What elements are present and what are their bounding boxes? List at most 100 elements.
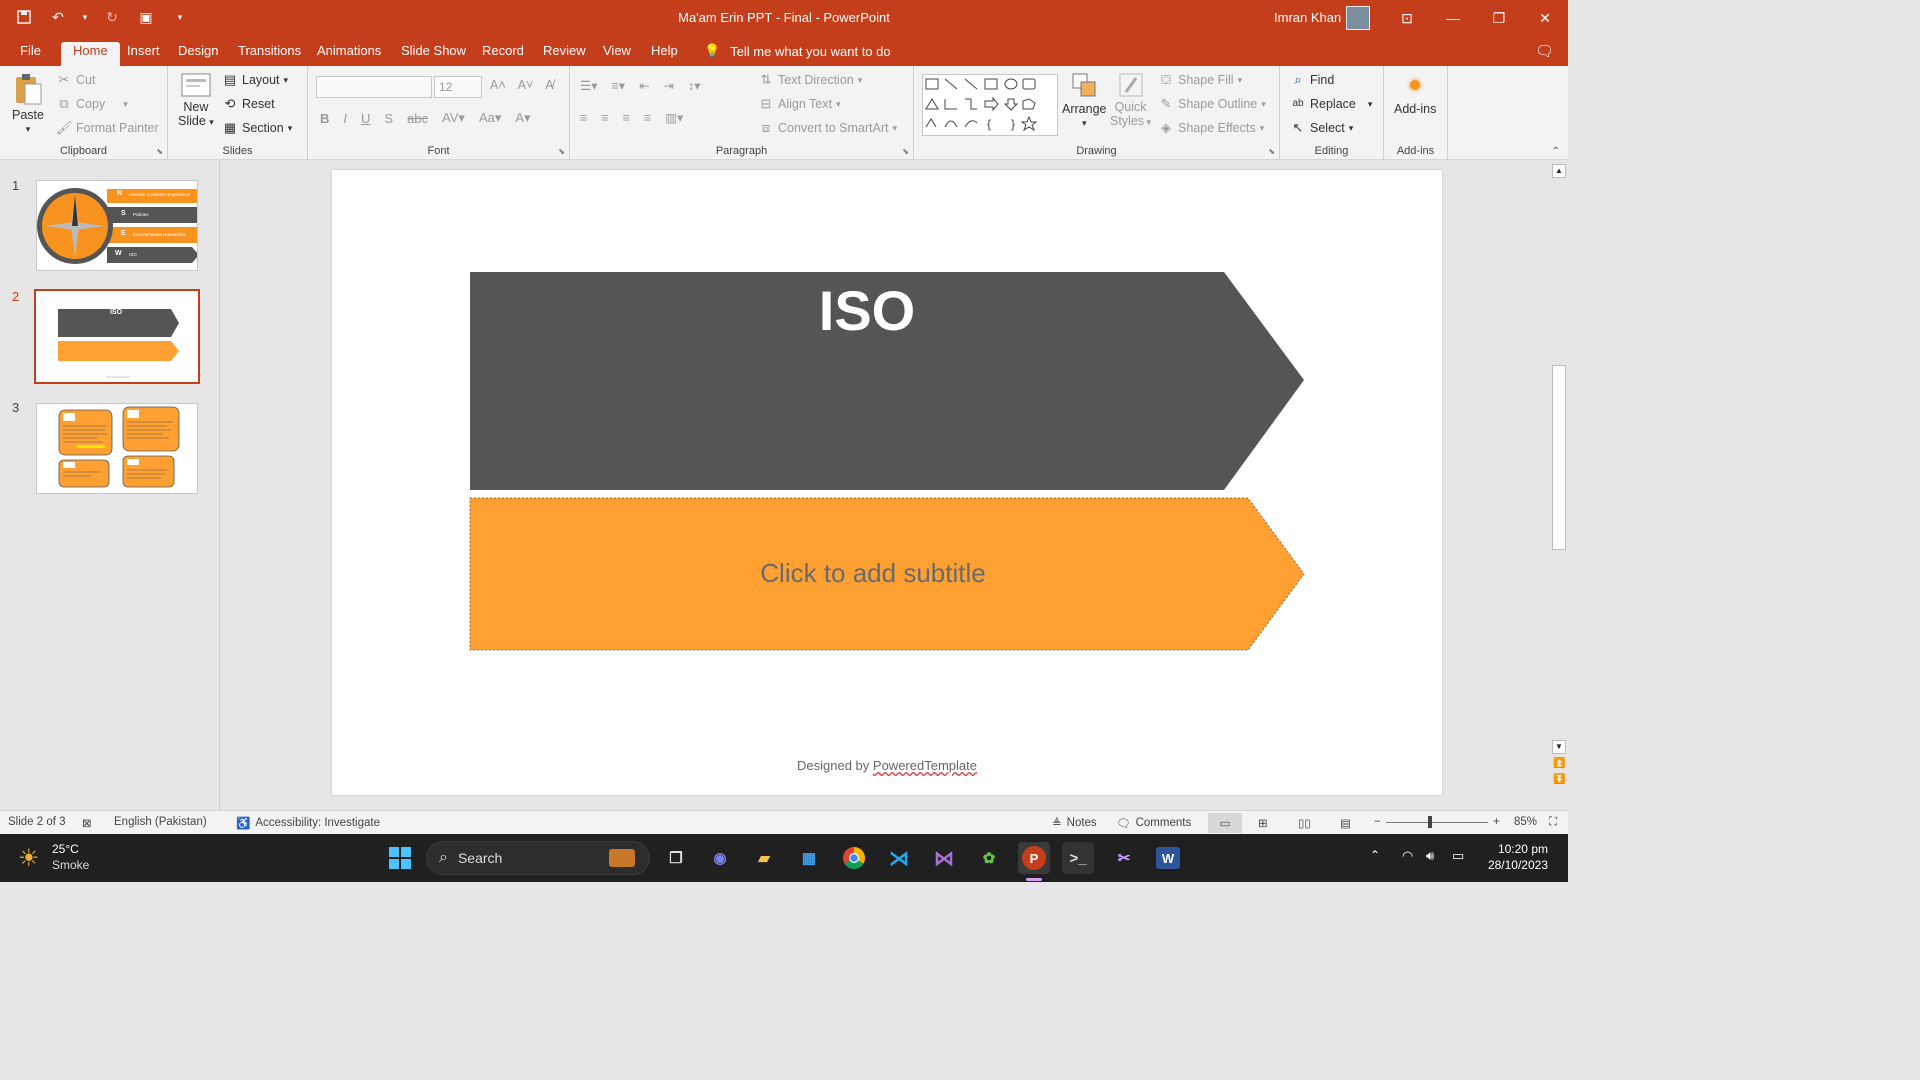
slide-thumbnail-2[interactable]: ISO [34,289,200,384]
arrange-button[interactable]: Arrange ▾ [1062,70,1106,129]
clock-time[interactable]: 10:20 pm [1470,842,1548,856]
dialog-launcher-icon[interactable]: ⬊ [1268,147,1275,156]
select-button[interactable]: ↖ Select ▾ [1290,120,1354,136]
slide-thumbnail-1[interactable]: N Ultimate Customer Experience S Policie… [36,180,198,271]
dialog-launcher-icon[interactable]: ⬊ [156,147,163,156]
file-explorer-icon[interactable]: ▰ [748,842,780,874]
columns-icon[interactable]: ▥▾ [665,110,683,125]
microsoft-store-icon[interactable]: ▦ [793,842,825,874]
slide-thumbnail-3[interactable] [36,403,198,494]
font-size-combo[interactable]: 12 [434,76,482,98]
decrease-font-size-icon[interactable]: A˅ [518,78,534,92]
restore-icon[interactable]: ❐ [1476,0,1522,36]
numbering-icon[interactable]: ≡▾ [611,78,625,93]
tab-file[interactable]: File [20,42,41,66]
tab-view[interactable]: View [603,42,631,66]
copy-button[interactable]: ⧉ Copy ▾ [56,96,128,112]
fit-to-window-icon[interactable]: ⛶ [1549,816,1557,829]
bullets-icon[interactable]: ☰▾ [580,78,597,93]
powerpoint-icon[interactable]: P [1018,842,1050,874]
shape-outline-button[interactable]: ✎ Shape Outline ▾ [1158,96,1266,112]
windows-start-icon[interactable] [384,842,416,874]
paste-button[interactable]: Paste ▾ [12,72,44,135]
next-slide-icon[interactable]: ⏬ [1553,774,1565,785]
tab-animations[interactable]: Animations [317,42,381,66]
align-left-icon[interactable]: ≡ [580,111,587,125]
font-color-icon[interactable]: A▾ [515,110,530,126]
bold-icon[interactable]: B [320,111,329,126]
section-button[interactable]: ▦ Section ▾ [222,120,292,136]
taskbar-search[interactable]: ⌕ Search [426,841,650,875]
footer-link[interactable]: PoweredTemplate [873,758,977,773]
clock-date[interactable]: 28/10/2023 [1470,858,1548,872]
clear-formatting-icon[interactable]: A̸ [545,78,553,92]
dialog-launcher-icon[interactable]: ⬊ [558,147,565,156]
zoom-out-icon[interactable]: − [1374,816,1381,828]
collapse-ribbon-icon[interactable]: ⌃ [1552,146,1560,157]
battery-icon[interactable]: ▭ [1452,848,1464,864]
align-center-icon[interactable]: ≡ [601,111,608,125]
teams-chat-icon[interactable]: ◉ [704,842,736,874]
weather-icon[interactable]: ☀ [18,844,40,873]
subtitle-placeholder[interactable]: Click to add subtitle [470,558,1276,589]
accessibility-button[interactable]: ♿ Accessibility: Investigate [236,816,380,830]
increase-font-size-icon[interactable]: A˄ [490,78,506,92]
word-icon[interactable]: W [1152,842,1184,874]
close-icon[interactable]: ✕ [1522,0,1568,36]
copy-dropdown-icon[interactable]: ▾ [123,99,128,110]
slide-title[interactable]: ISO [470,278,1264,343]
align-right-icon[interactable]: ≡ [623,111,630,125]
scroll-up-icon[interactable]: ▲ [1552,164,1566,178]
format-painter-button[interactable]: 🖌 Format Painter [56,120,159,136]
new-slide-button[interactable]: New Slide ▾ [178,72,214,128]
decrease-indent-icon[interactable]: ⇤ [639,78,649,93]
shape-effects-button[interactable]: ◈ Shape Effects ▾ [1158,120,1264,136]
underline-icon[interactable]: U [361,111,370,126]
find-button[interactable]: ⌕ Find [1290,72,1334,88]
language-indicator[interactable]: English (Pakistan) [114,816,207,828]
zoom-slider-thumb[interactable] [1428,816,1432,828]
show-hidden-icons-icon[interactable]: ⌃ [1370,848,1380,862]
spell-check-icon[interactable]: ⊠ [82,816,92,830]
minimize-icon[interactable]: — [1430,0,1476,36]
vertical-scrollbar[interactable]: ▲ ▼ ⏫ ⏬ [1550,160,1568,810]
paste-dropdown-icon[interactable]: ▾ [26,124,31,135]
reset-button[interactable]: ⟲ Reset [222,96,275,112]
user-name[interactable]: Imran Khan [1274,10,1341,25]
tab-transitions[interactable]: Transitions [238,42,301,66]
replace-button[interactable]: ab Replace ▾ [1290,96,1372,112]
weather-desc[interactable]: Smoke [52,858,89,872]
app-icon[interactable]: ✿ [973,842,1005,874]
cut-button[interactable]: ✂ Cut [56,72,96,88]
dialog-launcher-icon[interactable]: ⬊ [902,147,909,156]
slide-sorter-icon[interactable]: ⊞ [1258,816,1268,830]
character-spacing-icon[interactable]: AV▾ [442,110,465,126]
vscode-icon[interactable]: ⋊ [883,842,915,874]
weather-temp[interactable]: 25°C [52,842,79,856]
tab-help[interactable]: Help [651,42,678,66]
reading-view-icon[interactable]: ▯▯ [1298,816,1311,830]
tab-home[interactable]: Home [61,42,120,66]
zoom-slider[interactable] [1386,822,1488,823]
line-spacing-icon[interactable]: ↕▾ [688,78,701,93]
tab-review[interactable]: Review [543,42,586,66]
wifi-icon[interactable]: ◠ [1402,848,1413,864]
shapes-gallery[interactable]: {} [922,74,1058,136]
chrome-icon[interactable] [838,842,870,874]
increase-indent-icon[interactable]: ⇥ [664,78,674,93]
tab-insert[interactable]: Insert [127,42,160,66]
slideshow-view-icon[interactable]: ▤ [1340,816,1351,830]
ribbon-display-options-icon[interactable]: ⊡ [1384,0,1430,36]
visual-studio-icon[interactable]: ⋈ [928,842,960,874]
zoom-in-icon[interactable]: + [1493,816,1500,828]
layout-button[interactable]: ▤ Layout ▾ [222,72,288,88]
task-view-icon[interactable]: ❐ [660,842,692,874]
terminal-icon[interactable]: >_ [1062,842,1094,874]
change-case-icon[interactable]: Aa▾ [479,110,501,126]
convert-smartart-button[interactable]: ⧈ Convert to SmartArt ▾ [758,120,897,136]
zoom-level[interactable]: 85% [1514,816,1537,828]
font-name-combo[interactable] [316,76,432,98]
volume-icon[interactable]: 🔊︎ [1426,848,1434,864]
shape-fill-button[interactable]: ⛋ Shape Fill ▾ [1158,72,1242,88]
tell-me-search[interactable]: 💡 Tell me what you want to do [704,43,891,59]
